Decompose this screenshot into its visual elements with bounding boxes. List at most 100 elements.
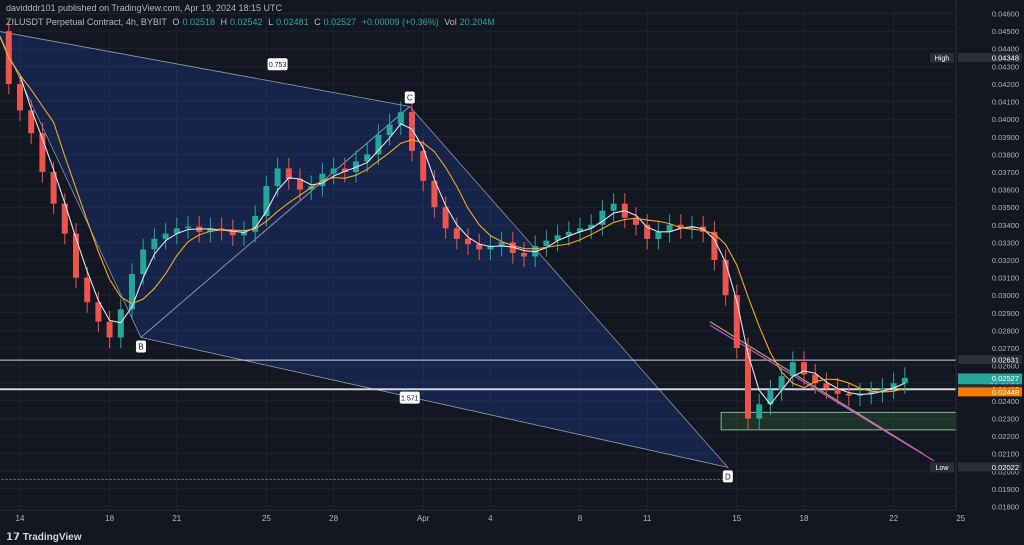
price-marker-value: 0.04348 [992,53,1019,62]
time-tick-label: 25 [262,514,271,523]
time-tick-label: 28 [329,514,338,523]
candle-body [453,228,460,239]
candle-body [162,233,169,239]
candle-body [274,168,281,187]
candle-body [117,309,124,338]
price-tick-label: 0.04300 [992,62,1019,71]
harmonic-point-label: B [138,342,143,351]
price-tick-label: 0.02900 [992,309,1019,318]
candle-body [185,226,191,229]
price-tick-label: 0.03200 [992,256,1019,265]
candle-body [409,112,415,151]
time-tick-label: 25 [956,514,965,523]
price-tick-label: 0.02300 [992,414,1019,423]
time-tick-label: Apr [417,514,430,523]
candle-body [106,321,113,338]
high-label: H [220,17,228,27]
candle-body [543,240,550,246]
price-tick-label: 0.02700 [992,344,1019,353]
candle-body [801,362,807,375]
candle-body [823,383,830,389]
harmonic-point-label: C [407,93,413,102]
ratio-label: 1.571 [401,396,419,403]
time-tick-label: 14 [16,514,25,523]
candle-body [442,207,449,229]
price-tick-label: 0.03700 [992,168,1019,177]
time-tick-label: 8 [578,514,583,523]
candle-body [0,31,1,33]
close-value: 0.02527 [323,17,357,27]
vol-label: Vol [444,17,457,27]
price-marker-tag: Low [936,465,950,472]
price-tick-label: 0.02400 [992,397,1019,406]
time-tick-label: 18 [800,514,809,523]
candle-body [465,238,471,245]
price-tick-label: 0.01900 [992,485,1019,494]
harmonic-point-label: D [725,472,731,481]
vol-value: 20.204M [459,17,495,27]
time-tick-label: 18 [105,514,114,523]
candle-body [375,135,382,155]
price-chart[interactable]: B C D 0.753 1.571 0.04600 0.04500 0.04400 0.0430… [0,0,1024,545]
price-tick-label: 0.03100 [992,274,1019,283]
time-tick-label: 21 [172,514,181,523]
time-tick-label: 22 [889,514,898,523]
channel-line-lower [709,324,935,462]
candle-body [521,252,527,257]
close-label: C [314,17,321,27]
price-tick-label: 0.03500 [992,203,1019,212]
open-label: O [172,17,180,27]
tradingview-brand: TradingView [22,532,82,543]
price-tick-label: 0.03600 [992,186,1019,195]
candle-body [722,260,729,296]
ohlc-legend: ZILUSDT Perpetual Contract, 4h, BYBIT O0… [6,17,498,27]
high-value: 0.02542 [230,17,263,27]
price-tick-label: 0.03300 [992,238,1019,247]
candle-body [745,348,751,419]
ratio-label: 0.753 [269,62,287,69]
price-tick-label: 0.04400 [992,45,1019,54]
publisher-line: davidddr101 published on TradingView.com… [6,3,283,13]
candle-body [789,362,796,377]
price-tick-label: 0.01800 [992,502,1019,511]
price-tick-label: 0.02800 [992,326,1019,335]
candle-body [330,168,337,174]
candle-body [397,112,404,125]
price-tick-label: 0.03400 [992,221,1019,230]
price-tick-label: 0.03000 [992,291,1019,300]
price-marker-tag: High [935,55,950,62]
candle-body [655,231,662,239]
candle-body [756,404,763,419]
candle-body [610,203,617,211]
price-marker-value: 0.02631 [992,356,1019,365]
symbol-name: ZILUSDT Perpetual Contract, 4h, BYBIT [6,17,167,27]
price-tick-label: 0.04500 [992,27,1019,36]
low-value: 0.02481 [276,17,309,27]
candle-body [17,83,23,111]
time-tick-label: 11 [643,514,652,523]
price-tick-label: 0.03900 [992,133,1019,142]
price-marker-value: 0.02022 [992,463,1019,472]
candle-body [386,124,393,135]
price-marker-value: 0.02448 [992,388,1019,397]
time-tick-label: 4 [488,514,493,523]
price-tick-label: 0.02200 [992,432,1019,441]
open-value: 0.02518 [182,17,215,27]
time-tick-label: 15 [732,514,741,523]
tradingview-logo[interactable]: 𝟭𝟳 TradingView [6,532,82,543]
price-tick-label: 0.04600 [992,10,1019,19]
price-tick-label: 0.02100 [992,450,1019,459]
candle-body [151,238,158,250]
price-tick-label: 0.04200 [992,80,1019,89]
candle-body [901,377,908,384]
change-value: +0.00009 (+0.36%) [361,17,439,27]
candle-body [845,393,852,396]
price-tick-label: 0.03800 [992,150,1019,159]
price-tick-label: 0.04100 [992,98,1019,107]
low-label: L [268,17,274,27]
candle-body [84,277,91,303]
tradingview-logo-icon: 𝟭𝟳 [6,532,20,543]
candle-body [73,233,79,278]
price-tick-label: 0.04000 [992,115,1019,124]
candle-body [140,249,147,275]
